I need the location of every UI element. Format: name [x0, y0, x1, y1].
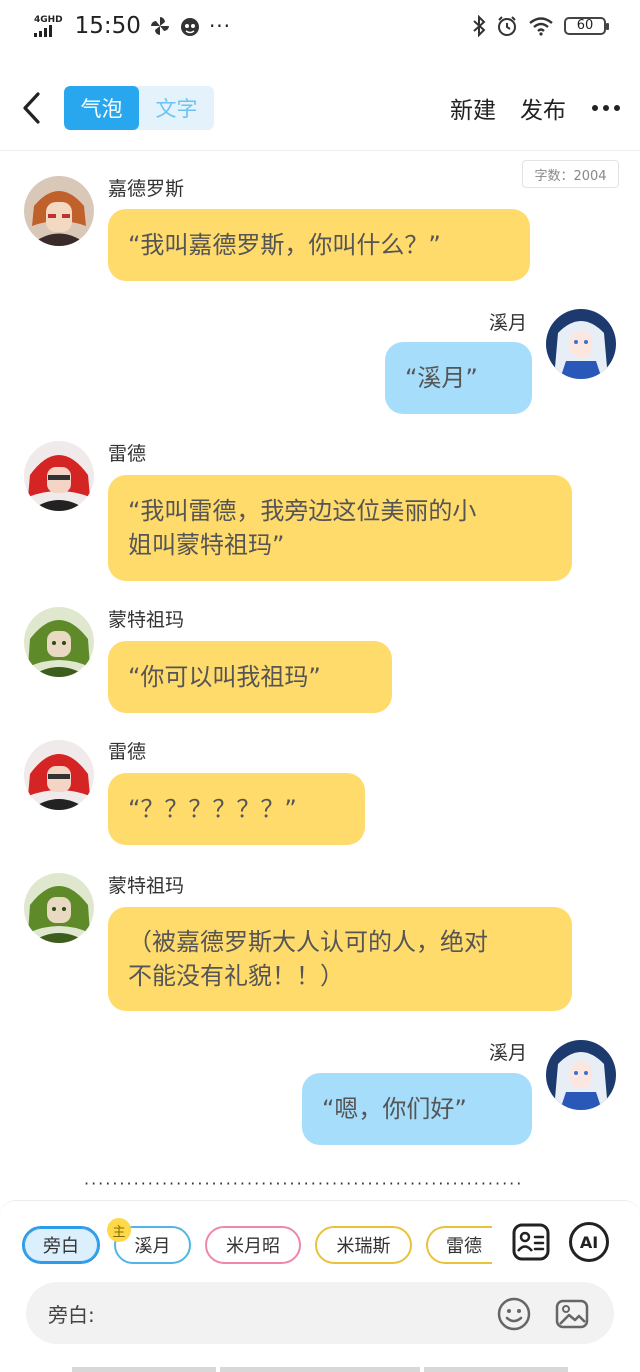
- message-text: “你可以叫我祖玛”: [128, 663, 321, 691]
- view-mode-switch: 气泡 文字: [64, 86, 214, 130]
- avatar[interactable]: [24, 441, 94, 511]
- more-notifications-icon: ···: [208, 14, 232, 38]
- message-text: “嗯，你们好”: [322, 1095, 467, 1123]
- role-chip-miyuezhao[interactable]: 米月昭: [205, 1226, 301, 1264]
- header-divider: [0, 150, 640, 151]
- speaker-name: 雷德: [108, 443, 147, 465]
- message-text-line: （被嘉德罗斯大人认可的人，绝对: [128, 928, 488, 956]
- message-text: “我叫嘉德罗斯，你叫什么？”: [128, 231, 441, 259]
- nav-bar-segment: [220, 1367, 420, 1372]
- ai-button[interactable]: AI: [569, 1222, 609, 1262]
- message-text-line: 姐叫蒙特祖玛”: [128, 531, 285, 559]
- message-text-line: 不能没有礼貌！！）: [128, 962, 344, 990]
- more-options-icon[interactable]: [592, 105, 620, 111]
- avatar[interactable]: [546, 309, 616, 379]
- role-chip-leide[interactable]: 雷德: [426, 1226, 492, 1264]
- message-bubble[interactable]: “你可以叫我祖玛”: [108, 641, 392, 713]
- input-role-label: 旁白:: [48, 1302, 95, 1327]
- nav-bar-segment: [424, 1367, 568, 1372]
- speaker-name: 溪月: [489, 312, 528, 334]
- contact-card-icon: [512, 1223, 550, 1261]
- more-content-indicator: ········································…: [84, 1178, 522, 1190]
- message-text: “溪月”: [405, 364, 478, 392]
- network-type: 4GHD: [34, 14, 63, 25]
- pinwheel-icon: [150, 17, 169, 35]
- message-bubble[interactable]: “嗯，你们好”: [302, 1073, 532, 1145]
- message-bubble[interactable]: “我叫雷德，我旁边这位美丽的小 姐叫蒙特祖玛”: [108, 475, 572, 581]
- publish-button[interactable]: 发布: [520, 91, 566, 125]
- ai-label: AI: [579, 1232, 599, 1252]
- host-badge: 主: [107, 1218, 131, 1242]
- message-bubble[interactable]: “溪月”: [385, 342, 532, 414]
- message-text-line: “我叫雷德，我旁边这位美丽的小: [128, 497, 477, 525]
- speaker-name: 雷德: [108, 741, 147, 763]
- bluetooth-icon: [473, 15, 486, 37]
- cellular-signal-icon: 4GHD: [34, 14, 63, 37]
- app-mascot-icon: [180, 18, 199, 36]
- speaker-name: 嘉德罗斯: [108, 178, 185, 200]
- message-text: “？？？？？？”: [128, 795, 297, 823]
- tab-text[interactable]: 文字: [139, 86, 214, 130]
- clock: 15:50: [74, 13, 141, 39]
- back-arrow-icon[interactable]: [20, 90, 44, 126]
- word-count-badge: 字数：2004: [522, 160, 619, 188]
- message-bubble[interactable]: （被嘉德罗斯大人认可的人，绝对 不能没有礼貌！！）: [108, 907, 572, 1011]
- avatar[interactable]: [24, 176, 94, 246]
- role-chip-miruisi[interactable]: 米瑞斯: [315, 1226, 412, 1264]
- avatar[interactable]: [24, 607, 94, 677]
- message-bubble[interactable]: “？？？？？？”: [108, 773, 365, 845]
- nav-bar-segment: [72, 1367, 216, 1372]
- speaker-name: 溪月: [489, 1042, 528, 1064]
- speaker-name: 蒙特祖玛: [108, 609, 185, 631]
- role-card-button[interactable]: [511, 1222, 551, 1262]
- image-icon[interactable]: [554, 1296, 590, 1332]
- avatar[interactable]: [546, 1040, 616, 1110]
- wifi-icon: [529, 17, 553, 36]
- new-button[interactable]: 新建: [450, 91, 496, 125]
- role-chip-narration[interactable]: 旁白: [22, 1226, 100, 1264]
- status-bar: 4GHD 15:50 ··· 60: [0, 0, 640, 52]
- alarm-icon: [498, 16, 516, 36]
- avatar[interactable]: [24, 873, 94, 943]
- avatar[interactable]: [24, 740, 94, 810]
- editor-header: 气泡 文字 新建 发布: [0, 80, 640, 136]
- emoji-icon[interactable]: [496, 1296, 532, 1332]
- tab-bubble[interactable]: 气泡: [64, 86, 139, 130]
- speaker-name: 蒙特祖玛: [108, 875, 185, 897]
- battery-icon: 60: [564, 17, 609, 35]
- message-bubble[interactable]: “我叫嘉德罗斯，你叫什么？”: [108, 209, 530, 281]
